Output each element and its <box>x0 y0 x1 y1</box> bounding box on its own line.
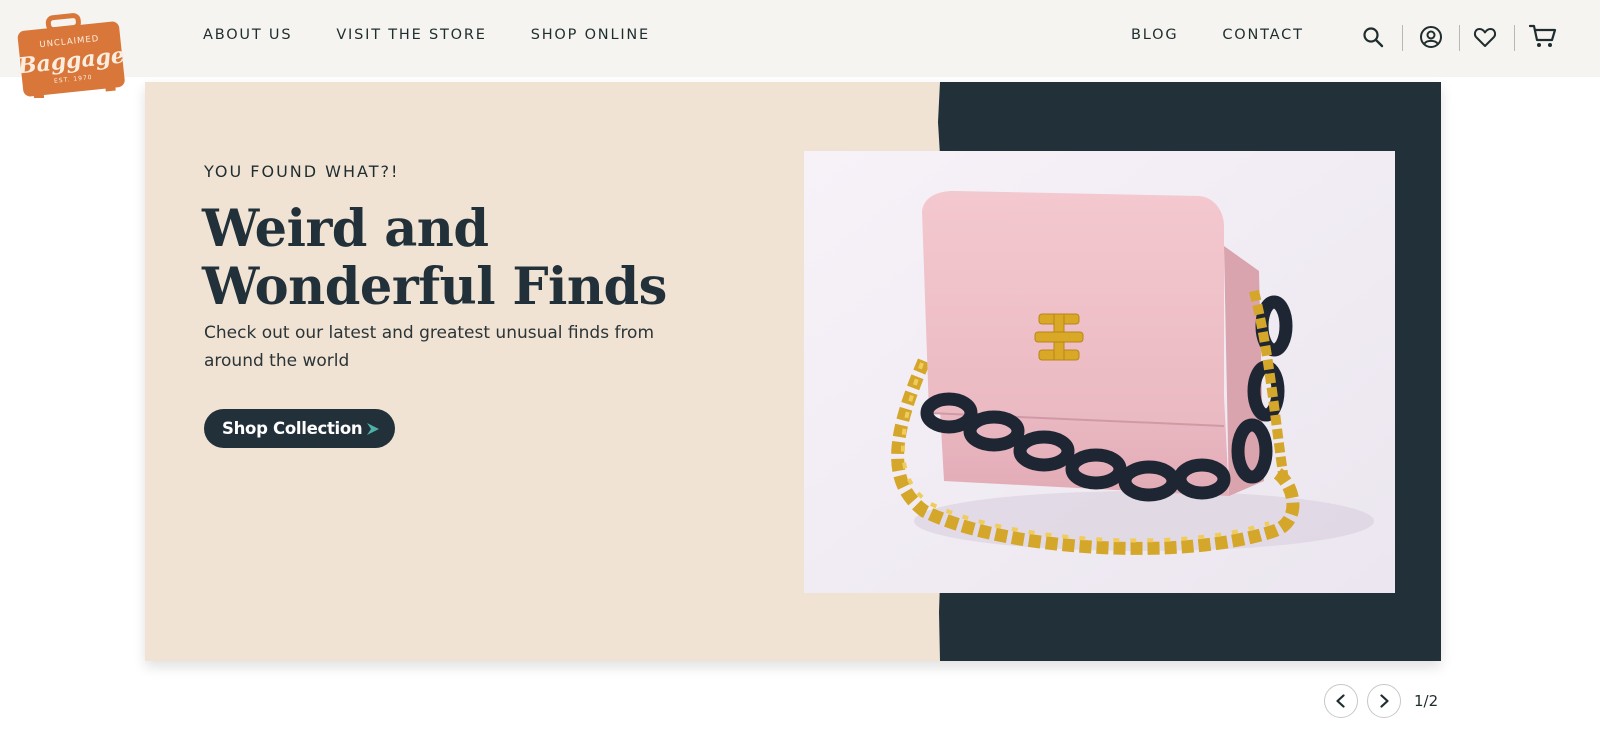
shop-collection-button[interactable]: Shop Collection <box>204 409 395 448</box>
cart-icon[interactable] <box>1528 22 1558 52</box>
secondary-nav: BLOG CONTACT <box>1131 27 1304 43</box>
hero-subtext: Check out our latest and greatest unusua… <box>204 323 655 371</box>
hero-product-image <box>804 151 1395 593</box>
nav-visit-the-store[interactable]: VISIT THE STORE <box>336 27 486 43</box>
nav-contact[interactable]: CONTACT <box>1222 27 1303 43</box>
header-divider <box>1402 25 1403 51</box>
nav-shop-online[interactable]: SHOP ONLINE <box>531 27 650 43</box>
unclaimed-baggage-logo[interactable]: UNCLAIMED Baggage EST. 1970 <box>16 12 126 100</box>
search-icon[interactable] <box>1358 22 1388 52</box>
chevron-right-icon <box>1380 694 1389 708</box>
account-icon[interactable] <box>1416 22 1446 52</box>
hero-eyebrow: YOU FOUND WHAT?! <box>204 162 400 181</box>
wishlist-icon[interactable] <box>1470 22 1500 52</box>
primary-nav: ABOUT US VISIT THE STORE SHOP ONLINE <box>203 27 650 43</box>
nav-about-us[interactable]: ABOUT US <box>203 27 292 43</box>
shop-collection-label: Shop Collection <box>222 419 363 438</box>
arrow-right-icon <box>365 421 381 437</box>
header-divider <box>1514 25 1515 51</box>
next-slide-button[interactable] <box>1367 684 1401 718</box>
hero-slide: YOU FOUND WHAT?! Weird and Wonderful Fin… <box>145 82 1441 661</box>
site-header: UNCLAIMED Baggage EST. 1970 ABOUT US VIS… <box>0 0 1600 100</box>
nav-blog[interactable]: BLOG <box>1131 27 1178 43</box>
chevron-left-icon <box>1336 694 1345 708</box>
hero-headline: Weird and Wonderful Finds <box>202 199 667 317</box>
previous-slide-button[interactable] <box>1324 684 1358 718</box>
header-divider <box>1459 25 1460 51</box>
slide-counter: 1/2 <box>1414 692 1439 710</box>
